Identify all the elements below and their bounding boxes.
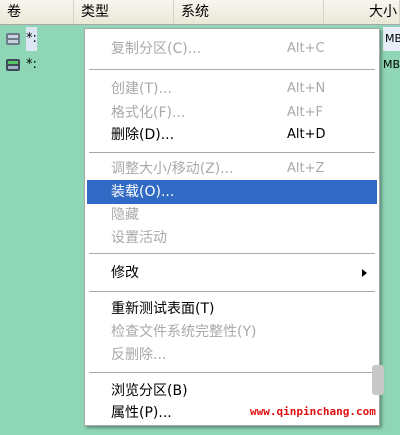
menu-retest-surface[interactable]: 重新测试表面(T)	[87, 297, 377, 321]
menu-undelete[interactable]: 反删除...	[87, 343, 377, 367]
menu-separator	[89, 372, 375, 374]
menu-separator	[89, 253, 375, 255]
menu-browse-partition[interactable]: 浏览分区(B)	[87, 379, 377, 403]
volume-name: *:	[26, 27, 37, 51]
col-size[interactable]: 大小	[324, 0, 400, 24]
menu-set-active[interactable]: 设置活动	[87, 226, 377, 250]
submenu-arrow-icon	[362, 269, 367, 277]
menu-copy-partition[interactable]: 复制分区(C)... Alt+C	[87, 37, 377, 61]
menu-mount[interactable]: 装载(O)...	[87, 180, 377, 204]
disk-icon	[6, 33, 20, 45]
menu-modify[interactable]: 修改	[87, 261, 377, 285]
menu-format[interactable]: 格式化(F)... Alt+F	[87, 101, 377, 125]
menu-separator	[89, 69, 375, 71]
menu-delete[interactable]: 删除(D)... Alt+D	[87, 123, 377, 147]
menu-create[interactable]: 创建(T)... Alt+N	[87, 77, 377, 101]
menu-resize-move[interactable]: 调整大小/移动(Z)... Alt+Z	[87, 157, 377, 181]
column-header: 卷 类型 系统 大小	[0, 0, 400, 25]
volume-size: MB	[383, 58, 400, 71]
col-volume[interactable]: 卷	[0, 0, 74, 24]
col-type[interactable]: 类型	[74, 0, 174, 24]
menu-separator	[89, 152, 375, 154]
volume-name: *:	[26, 57, 37, 72]
volume-size: MB	[383, 27, 400, 51]
menu-separator	[89, 291, 375, 293]
scroll-thumb[interactable]	[372, 365, 384, 395]
col-system[interactable]: 系统	[174, 0, 324, 24]
menu-check-filesystem[interactable]: 检查文件系统完整性(Y)	[87, 320, 377, 344]
disk-icon	[6, 59, 20, 71]
menu-hide[interactable]: 隐藏	[87, 203, 377, 227]
context-menu: 复制分区(C)... Alt+C 创建(T)... Alt+N 格式化(F)..…	[84, 28, 380, 426]
watermark: www.qinpinchang.com	[248, 405, 378, 418]
